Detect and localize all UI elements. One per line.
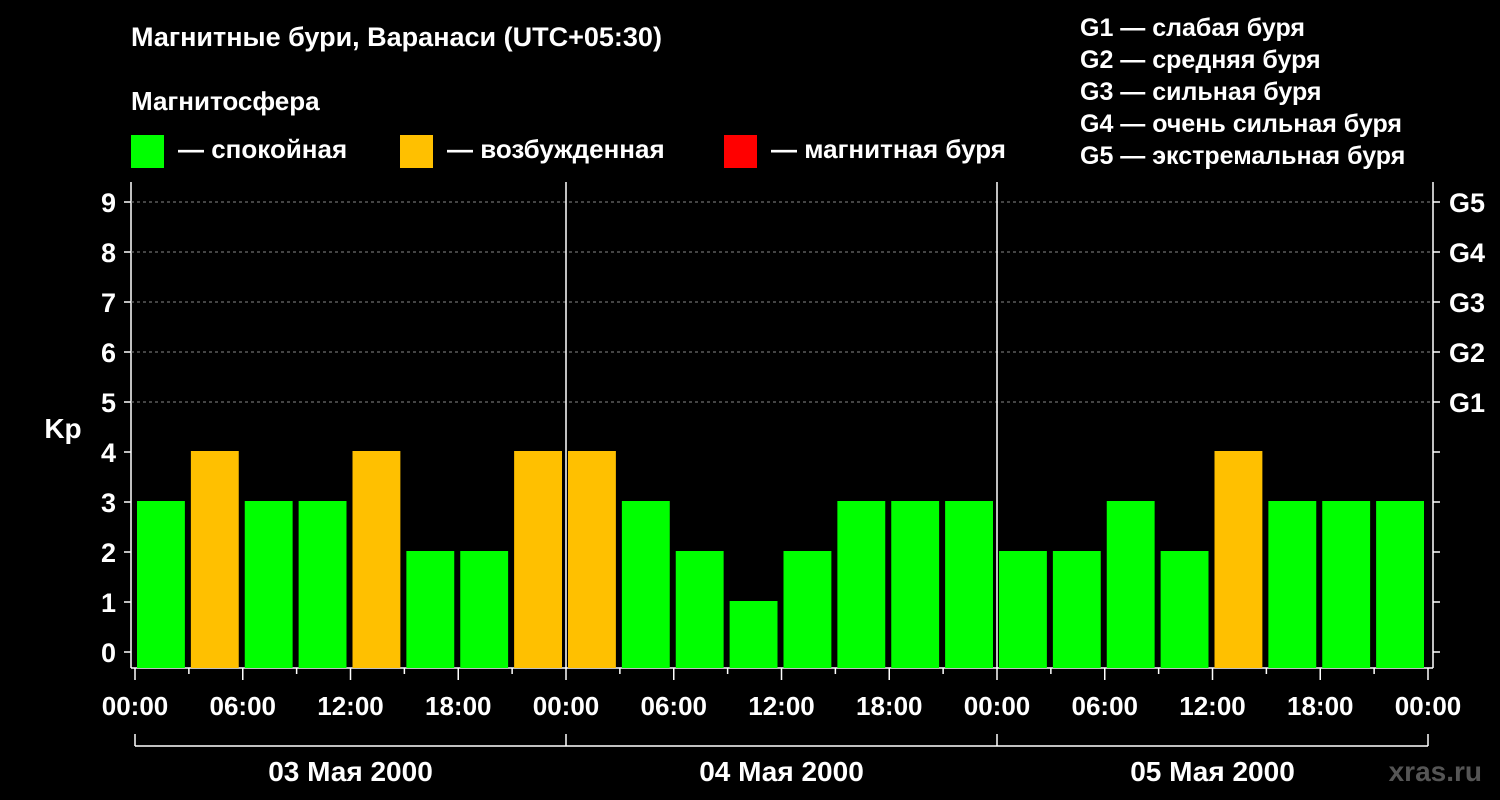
y-tick-label: 8 bbox=[101, 238, 116, 268]
watermark: xras.ru bbox=[1388, 756, 1482, 787]
x-tick-label: 12:00 bbox=[748, 691, 815, 721]
kp-bar bbox=[1052, 551, 1101, 668]
x-tick-label: 06:00 bbox=[1072, 691, 1139, 721]
kp-bar bbox=[514, 451, 562, 668]
y-tick-label: 1 bbox=[101, 588, 116, 618]
kp-bar bbox=[783, 551, 832, 668]
x-tick-label: 00:00 bbox=[1395, 691, 1462, 721]
kp-bar bbox=[675, 551, 724, 668]
x-tick-label: 06:00 bbox=[641, 691, 708, 721]
date-label: 05 Мая 2000 bbox=[1130, 756, 1295, 787]
x-tick-label: 00:00 bbox=[533, 691, 600, 721]
x-tick-label: 18:00 bbox=[425, 691, 492, 721]
kp-bar bbox=[945, 501, 993, 668]
kp-bar bbox=[891, 501, 940, 668]
y-tick-label: 6 bbox=[101, 338, 116, 368]
x-tick-label: 06:00 bbox=[210, 691, 277, 721]
x-tick-label: 18:00 bbox=[856, 691, 923, 721]
kp-bar bbox=[352, 451, 401, 668]
kp-bar bbox=[568, 451, 616, 668]
kp-bar bbox=[244, 501, 293, 668]
g-tick-label: G4 bbox=[1449, 238, 1485, 268]
kp-bar bbox=[621, 501, 670, 668]
kp-bar bbox=[1268, 501, 1317, 668]
x-tick-label: 00:00 bbox=[102, 691, 169, 721]
g-tick-label: G3 bbox=[1449, 288, 1485, 318]
kp-bar bbox=[1376, 501, 1424, 668]
kp-bar bbox=[1214, 451, 1263, 668]
kp-bar bbox=[837, 501, 886, 668]
y-tick-label: 5 bbox=[101, 388, 116, 418]
kp-bar bbox=[1322, 501, 1371, 668]
x-tick-label: 00:00 bbox=[964, 691, 1031, 721]
g-tick-label: G1 bbox=[1449, 388, 1485, 418]
y-tick-label: 2 bbox=[101, 538, 116, 568]
y-tick-label: 3 bbox=[101, 488, 116, 518]
y-tick-label: 7 bbox=[101, 288, 116, 318]
date-label: 03 Мая 2000 bbox=[268, 756, 433, 787]
y-axis-label: Kp bbox=[44, 413, 81, 444]
x-tick-label: 12:00 bbox=[1179, 691, 1246, 721]
kp-bar bbox=[137, 501, 185, 668]
kp-bar-chart: Kp 0 1 2 3 4 5 6 7 8 9 G1 G2 G3 G4 G5 00:00 06:00 12:00 18… bbox=[44, 182, 1485, 787]
g-tick-label: G2 bbox=[1449, 338, 1485, 368]
kp-bar bbox=[406, 551, 455, 668]
y-tick-label: 0 bbox=[101, 638, 116, 668]
kp-bar bbox=[1160, 551, 1209, 668]
g-tick-label: G5 bbox=[1449, 188, 1485, 218]
y-tick-label: 9 bbox=[101, 188, 116, 218]
x-tick-label: 18:00 bbox=[1287, 691, 1354, 721]
kp-bar bbox=[460, 551, 509, 668]
kp-bar bbox=[298, 501, 347, 668]
x-tick-label: 12:00 bbox=[317, 691, 384, 721]
y-tick-label: 4 bbox=[101, 438, 116, 468]
kp-bar bbox=[190, 451, 239, 668]
kp-bar bbox=[1106, 501, 1155, 668]
kp-bar bbox=[999, 551, 1047, 668]
date-label: 04 Мая 2000 bbox=[699, 756, 864, 787]
kp-bar bbox=[729, 601, 778, 668]
